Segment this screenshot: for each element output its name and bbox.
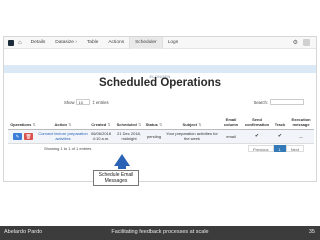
send-confirmation-check-icon: ✔ (242, 129, 272, 144)
operations-table: Operations ⇅ Action ⇅ Created ⇅ Schedule… (8, 109, 314, 144)
callout-line-2: Messages (104, 178, 128, 184)
pagination: Previous 1 Next (247, 145, 304, 152)
showing-info: Showing 1 to 1 of 1 entries (44, 146, 92, 151)
entries-select[interactable]: 10 (76, 99, 91, 105)
col-execution-message[interactable]: Execution message (288, 109, 314, 130)
show-label: Show (64, 99, 75, 105)
operations-cell: ✎ 🗑 (8, 129, 38, 144)
search-input[interactable] (270, 99, 304, 105)
subject-cell: Your preparation activities for the week (164, 129, 220, 144)
brand-logo[interactable] (8, 39, 14, 46)
top-navbar: ⌂ Details Datasize › Table Actions Sched… (4, 37, 316, 49)
action-cell[interactable]: Connect lecture preparation activities (38, 129, 88, 144)
page-title: Scheduled Operations (98, 77, 222, 89)
search-label: Search: (253, 99, 268, 105)
workflow-banner: ELONGEN (4, 65, 316, 79)
avatar[interactable] (303, 39, 310, 46)
status-cell: pending (144, 129, 164, 144)
trash-icon: 🗑 (25, 133, 32, 139)
home-icon[interactable]: ⌂ (18, 40, 22, 46)
track-check-icon: ✔ (272, 129, 288, 144)
entries-label: ‡ entries (92, 99, 109, 105)
schedule-email-callout: Schedule Email Messages (93, 170, 139, 186)
col-action[interactable]: Action ⇅ (38, 109, 88, 130)
col-send-confirmation[interactable]: Send confirmation (242, 109, 272, 130)
col-status[interactable]: Status ⇅ (144, 109, 164, 130)
slide-footer: Abelardo Pardo Facilitating feedback pro… (0, 226, 320, 240)
col-email-column[interactable]: Email column (220, 109, 242, 130)
table-footer: Showing 1 to 1 of 1 entries Previous 1 N… (4, 145, 316, 155)
col-track[interactable]: Track (272, 109, 288, 130)
table-controls: Show 10 ‡ entries Search: (4, 99, 316, 107)
table-row: ✎ 🗑 Connect lecture preparation activiti… (8, 129, 314, 144)
nav-actions[interactable]: Actions (103, 37, 129, 49)
nav-logs[interactable]: Logs (163, 37, 183, 49)
next-button[interactable]: Next (285, 145, 304, 152)
search-box: Search: (254, 99, 304, 105)
pencil-icon: ✎ (15, 133, 20, 139)
nav-scheduler[interactable]: Scheduler (129, 37, 163, 49)
show-entries: Show 10 ‡ entries (64, 99, 109, 105)
edit-button[interactable]: ✎ (13, 132, 22, 140)
email-column-cell: email (220, 129, 242, 144)
nav-details[interactable]: Details (26, 37, 51, 49)
nav-table[interactable]: Table (82, 37, 103, 49)
table-header-row: Operations ⇅ Action ⇅ Created ⇅ Schedule… (8, 109, 314, 130)
scheduled-cell: 21 Dec 2018, midnight (114, 129, 144, 144)
gear-icon[interactable]: ⚙ (293, 39, 298, 46)
arrow-stem (118, 163, 126, 169)
talk-title: Facilitating feedback processes at scale (111, 229, 209, 235)
col-subject[interactable]: Subject ⇅ (164, 109, 220, 130)
created-cell: 06/06/2018 4:10 a.m. (88, 129, 114, 144)
page-1-button[interactable]: 1 (273, 145, 286, 152)
previous-button[interactable]: Previous (247, 145, 274, 152)
slide-number: 35 (308, 229, 315, 235)
col-operations[interactable]: Operations ⇅ (8, 109, 38, 130)
execution-message-cell: — (288, 129, 314, 144)
delete-button[interactable]: 🗑 (24, 132, 33, 140)
action-link[interactable]: Connect lecture preparation activities (38, 131, 87, 141)
nav-datasize[interactable]: Datasize › (50, 37, 82, 49)
col-scheduled[interactable]: Scheduled ⇅ (114, 109, 144, 130)
col-created[interactable]: Created ⇅ (88, 109, 114, 130)
app-window: ⌂ Details Datasize › Table Actions Sched… (3, 36, 317, 182)
